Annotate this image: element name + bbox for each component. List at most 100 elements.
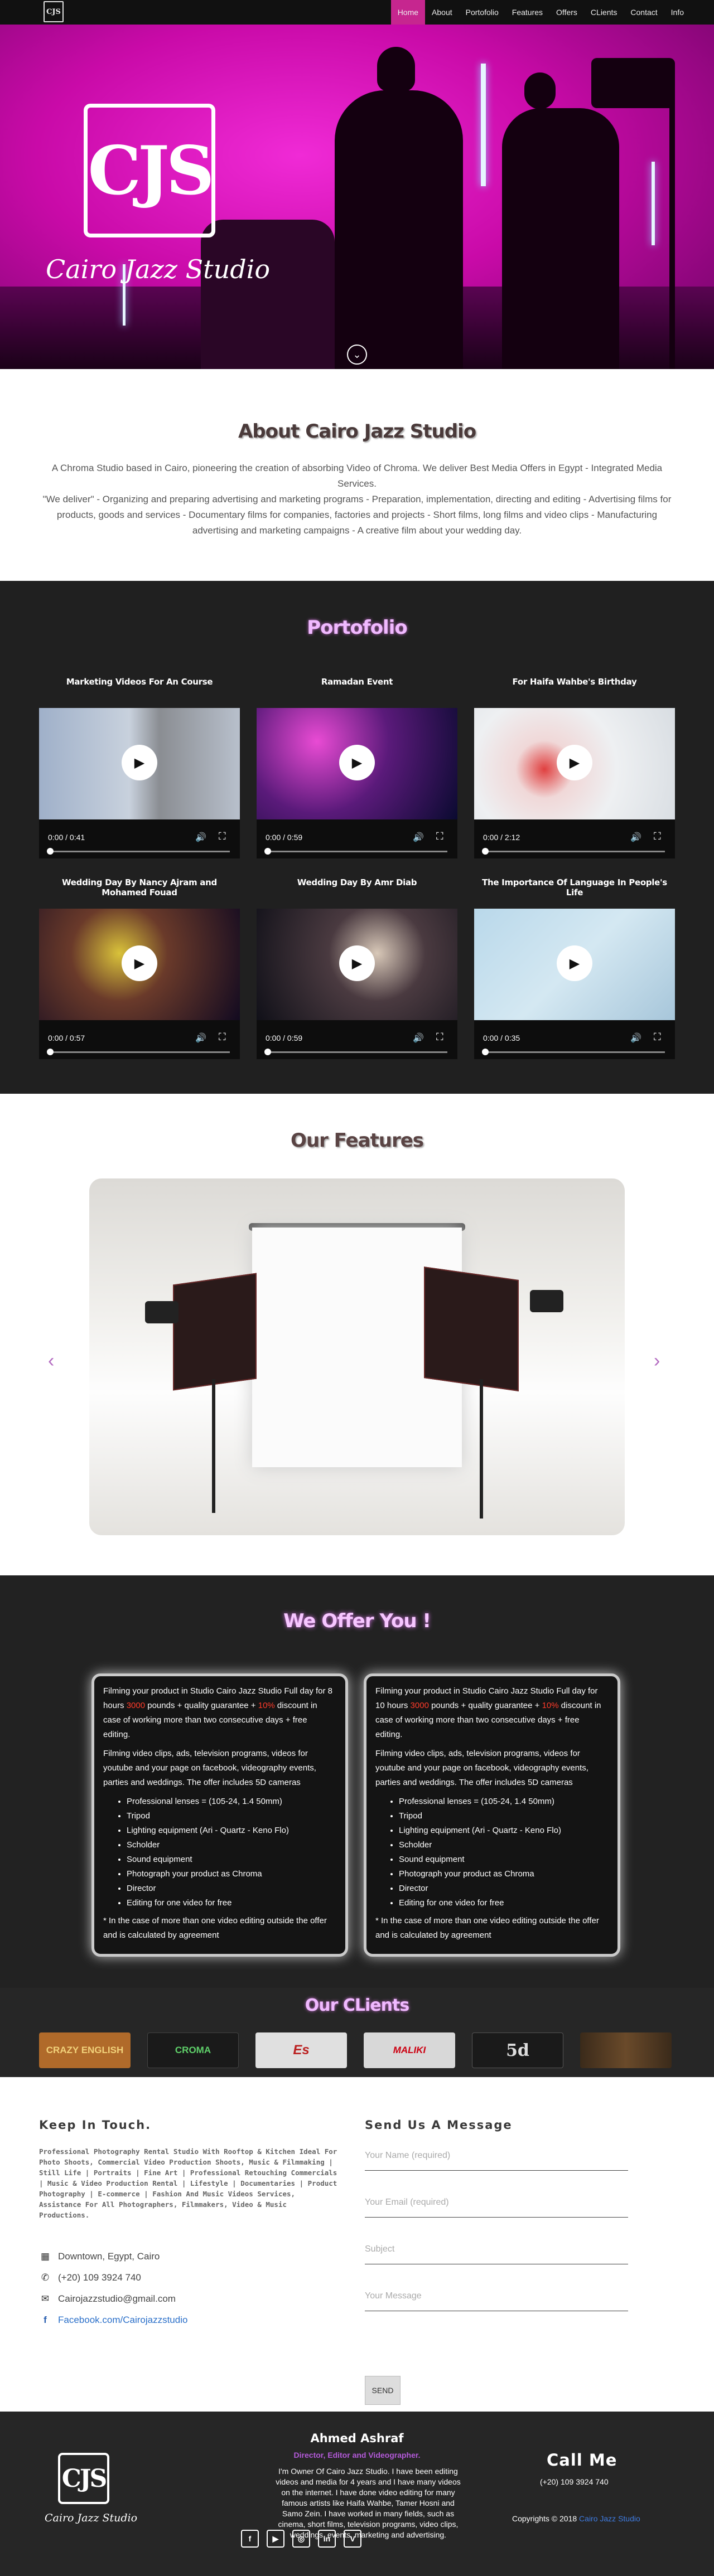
- video-player[interactable]: ▶ 0:00 / 2:12 🔊 ⛶: [474, 708, 675, 858]
- nav-item-features[interactable]: Features: [505, 0, 549, 25]
- nav-item-about[interactable]: About: [425, 0, 459, 25]
- volume-icon[interactable]: 🔊: [195, 832, 206, 843]
- nav-item-offers[interactable]: Offers: [549, 0, 584, 25]
- nav-item-clients[interactable]: CLients: [584, 0, 624, 25]
- seek-bar[interactable]: [484, 851, 665, 852]
- volume-icon[interactable]: 🔊: [195, 1032, 206, 1044]
- play-icon: ▶: [134, 755, 145, 770]
- nav-item-portofolio[interactable]: Portofolio: [459, 0, 505, 25]
- offers-section: We Offer You ! Filming your product in S…: [0, 1575, 714, 1988]
- video-title: Wedding Day By Amr Diab: [297, 877, 417, 887]
- name-field[interactable]: Your Name (required): [365, 2146, 628, 2171]
- video-player[interactable]: ▶ 0:00 / 0:35 🔊 ⛶: [474, 909, 675, 1059]
- video-player[interactable]: ▶ 0:00 / 0:59 🔊 ⛶: [257, 909, 457, 1059]
- footer-phone: (+20) 109 3924 740: [540, 2477, 609, 2486]
- play-button[interactable]: ▶: [122, 745, 157, 780]
- hero-brand-name: Cairo Jazz Studio: [46, 254, 271, 284]
- client-logo[interactable]: 5d: [472, 2032, 563, 2068]
- volume-icon[interactable]: 🔊: [630, 832, 641, 843]
- seek-bar[interactable]: [49, 1051, 230, 1053]
- message-field[interactable]: Your Message: [365, 2287, 628, 2311]
- volume-icon[interactable]: 🔊: [413, 832, 424, 843]
- fullscreen-icon[interactable]: ⛶: [654, 1031, 661, 1043]
- play-button[interactable]: ▶: [122, 945, 157, 981]
- fullscreen-icon[interactable]: ⛶: [219, 1031, 226, 1043]
- seek-bar[interactable]: [267, 1051, 447, 1053]
- seek-bar[interactable]: [267, 851, 447, 852]
- play-button[interactable]: ▶: [557, 945, 592, 981]
- linkedin-icon[interactable]: in: [318, 2530, 336, 2548]
- seek-handle[interactable]: [264, 848, 271, 855]
- offer-list-item: Editing for one video for free: [399, 1896, 609, 1910]
- instagram-icon[interactable]: ◎: [292, 2530, 310, 2548]
- subject-field[interactable]: Subject: [365, 2240, 628, 2264]
- email-field[interactable]: Your Email (required): [365, 2193, 628, 2218]
- fullscreen-icon[interactable]: ⛶: [436, 1031, 443, 1043]
- facebook-icon[interactable]: f: [241, 2530, 259, 2548]
- volume-icon[interactable]: 🔊: [630, 1032, 641, 1044]
- features-section: Our Features ‹ ›: [0, 1094, 714, 1575]
- contact-email[interactable]: ✉ Cairojazzstudio@gmail.com: [39, 2293, 176, 2305]
- offer-list-item: Scholder: [127, 1838, 336, 1852]
- fullscreen-icon[interactable]: ⛶: [436, 831, 443, 842]
- softbox-left: [173, 1273, 257, 1391]
- seek-handle[interactable]: [482, 1049, 489, 1055]
- seek-handle[interactable]: [482, 848, 489, 855]
- nav-menu: Home About Portofolio Features Offers CL…: [390, 0, 691, 25]
- offer-list-item: Tripod: [127, 1809, 336, 1823]
- play-icon: ▶: [569, 755, 580, 770]
- client-logo[interactable]: MALIKI: [364, 2032, 455, 2068]
- video-card: Ramadan Event ▶ 0:00 / 0:59 🔊 ⛶: [257, 677, 457, 861]
- nav-logo[interactable]: CJS: [44, 1, 64, 22]
- offer-list-item: Sound equipment: [127, 1852, 336, 1867]
- offer-list: Professional lenses = (105-24, 1.4 50mm)…: [399, 1794, 609, 1910]
- features-carousel: [89, 1178, 625, 1535]
- youtube-icon[interactable]: ▶: [267, 2530, 284, 2548]
- light-stand-left: [212, 1379, 215, 1513]
- client-logo[interactable]: Es: [255, 2032, 347, 2068]
- studio-lamp: [145, 1301, 178, 1323]
- fullscreen-icon[interactable]: ⛶: [219, 831, 226, 842]
- client-logo[interactable]: CROMA: [147, 2032, 239, 2068]
- scroll-down-button[interactable]: ⌄: [347, 345, 367, 365]
- play-button[interactable]: ▶: [339, 745, 375, 780]
- vimeo-icon[interactable]: V: [344, 2530, 361, 2548]
- nav-item-home[interactable]: Home: [390, 0, 426, 25]
- send-button[interactable]: SEND: [365, 2376, 401, 2405]
- play-button[interactable]: ▶: [339, 945, 375, 981]
- nav-item-info[interactable]: Info: [664, 0, 691, 25]
- video-title: The Importance Of Language In People's L…: [482, 877, 667, 898]
- volume-icon[interactable]: 🔊: [413, 1032, 424, 1044]
- video-card: Marketing Videos For An Course ▶ 0:00 / …: [39, 677, 240, 861]
- video-player[interactable]: ▶ 0:00 / 0:57 🔊 ⛶: [39, 909, 240, 1059]
- send-message-title: Send Us A Message: [365, 2118, 513, 2132]
- offer-intro: Filming your product in Studio Cairo Jaz…: [103, 1686, 333, 1739]
- person-silhouette: [335, 90, 463, 369]
- studio-lamp: [530, 1290, 563, 1312]
- keep-in-touch-title: Keep In Touch.: [39, 2118, 152, 2132]
- nav-item-contact[interactable]: Contact: [624, 0, 664, 25]
- video-time: 0:00 / 0:59: [266, 1034, 303, 1042]
- video-title: Wedding Day By Nancy Ajram and Mohamed F…: [62, 877, 217, 898]
- video-controls: 0:00 / 2:12 🔊 ⛶: [474, 819, 675, 858]
- clients-title: Our CLients: [305, 1996, 409, 2015]
- seek-handle[interactable]: [264, 1049, 271, 1055]
- carousel-next-arrow[interactable]: ›: [654, 1350, 660, 1372]
- copyright-link[interactable]: Cairo Jazz Studio: [579, 2514, 640, 2523]
- seek-bar[interactable]: [484, 1051, 665, 1053]
- video-player[interactable]: ▶ 0:00 / 0:41 🔊 ⛶: [39, 708, 240, 858]
- video-player[interactable]: ▶ 0:00 / 0:59 🔊 ⛶: [257, 708, 457, 858]
- client-logo[interactable]: [580, 2032, 672, 2068]
- play-button[interactable]: ▶: [557, 745, 592, 780]
- fullscreen-icon[interactable]: ⛶: [654, 831, 661, 842]
- contact-phone: ✆ (+20) 109 3924 740: [39, 2272, 141, 2283]
- video-time: 0:00 / 0:57: [48, 1034, 85, 1042]
- carousel-prev-arrow[interactable]: ‹: [48, 1350, 54, 1372]
- seek-handle[interactable]: [47, 848, 54, 855]
- contact-facebook-link[interactable]: f Facebook.com/Cairojazzstudio: [39, 2315, 187, 2326]
- video-card: The Importance Of Language In People's L…: [474, 877, 675, 1061]
- client-logo[interactable]: CRAZY ENGLISH: [39, 2032, 131, 2068]
- seek-handle[interactable]: [47, 1049, 54, 1055]
- seek-bar[interactable]: [49, 851, 230, 852]
- person-silhouette-head: [377, 47, 415, 91]
